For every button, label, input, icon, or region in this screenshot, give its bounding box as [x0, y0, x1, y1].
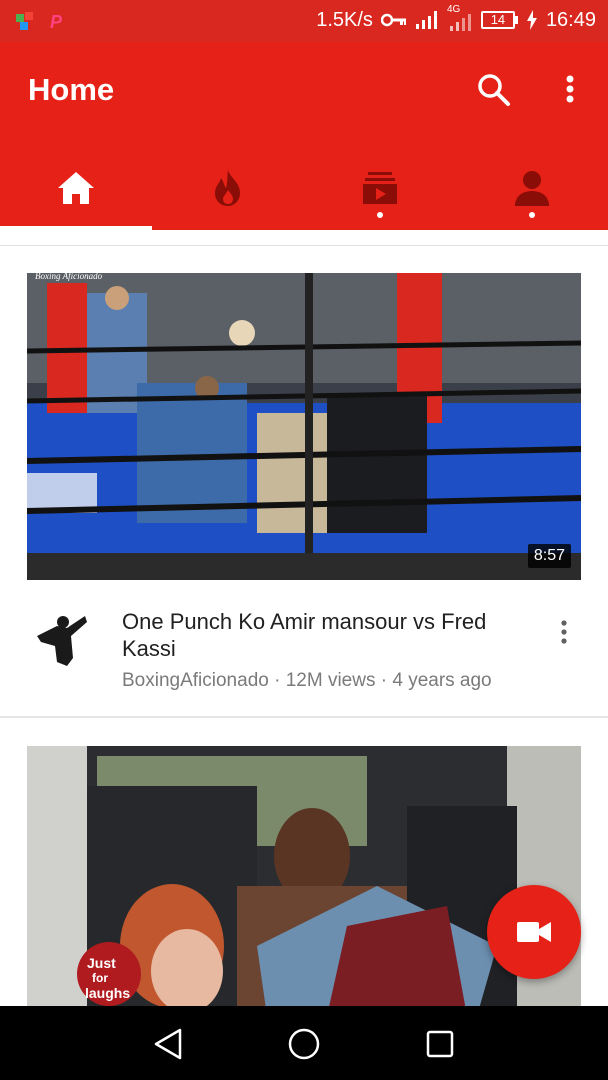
subscriptions-icon — [363, 172, 397, 204]
tab-account[interactable] — [456, 146, 608, 230]
more-vert-icon — [566, 75, 574, 103]
video-title[interactable]: One Punch Ko Amir mansour vs Fred Kassi — [122, 608, 532, 662]
clock: 16:49 — [545, 8, 596, 31]
account-badge-dot — [529, 212, 535, 218]
video-thumbnail[interactable]: Just for laughs — [27, 746, 581, 1006]
signal-icon — [415, 11, 437, 29]
account-icon — [515, 171, 549, 206]
svg-text:P: P — [50, 12, 63, 32]
nav-recents-button[interactable] — [420, 1024, 460, 1064]
more-vert-icon — [561, 620, 567, 644]
app-bar: Home — [0, 42, 608, 230]
status-bar: P 1.5K/s 4G 14 16:49 — [0, 0, 608, 42]
tab-bar — [0, 146, 608, 230]
charging-icon — [526, 10, 537, 30]
back-icon — [154, 1028, 182, 1060]
battery-level: 14 — [490, 12, 506, 27]
boxing-ring-thumbnail: Boxing Aficionado — [27, 273, 581, 580]
vpn-key-icon — [380, 13, 406, 27]
video-thumbnail[interactable]: Boxing Aficionado 8:57 — [27, 273, 581, 580]
svg-text:for: for — [92, 971, 108, 985]
video-more-button[interactable] — [552, 618, 576, 648]
nav-back-button[interactable] — [148, 1024, 188, 1064]
search-icon — [478, 74, 510, 106]
svg-text:laughs: laughs — [85, 985, 130, 1001]
video-meta: BoxingAficionado · 12M views · 4 years a… — [122, 670, 492, 691]
signal-4g-icon — [449, 14, 471, 31]
channel-avatar[interactable] — [27, 606, 97, 676]
trending-fire-icon — [215, 170, 240, 206]
p-notification-icon: P — [50, 12, 63, 32]
feed-divider — [0, 716, 608, 718]
svg-text:Boxing Aficionado: Boxing Aficionado — [35, 273, 103, 281]
tab-trending[interactable] — [152, 146, 304, 230]
search-button[interactable] — [474, 70, 514, 110]
just-for-laughs-van-thumbnail: Just for laughs — [27, 746, 581, 1006]
svg-text:Just: Just — [87, 955, 116, 971]
tab-subscriptions[interactable] — [304, 146, 456, 230]
nav-home-button[interactable] — [284, 1024, 324, 1064]
app-notification-icon — [16, 12, 33, 30]
videocam-icon — [517, 922, 551, 942]
more-options-button[interactable] — [555, 70, 585, 110]
home-icon — [58, 172, 94, 204]
page-title: Home — [28, 72, 115, 107]
network-speed: 1.5K/s — [316, 8, 373, 31]
video-info[interactable]: One Punch Ko Amir mansour vs Fred Kassi … — [0, 592, 608, 716]
home-circle-icon — [288, 1028, 320, 1060]
tab-home[interactable] — [0, 146, 152, 230]
system-navigation-bar — [0, 1006, 608, 1080]
recents-icon — [426, 1030, 454, 1058]
feed-divider — [0, 230, 608, 246]
video-duration: 8:57 — [527, 544, 571, 568]
subscriptions-badge-dot — [377, 212, 383, 218]
upload-video-button[interactable] — [487, 885, 581, 979]
